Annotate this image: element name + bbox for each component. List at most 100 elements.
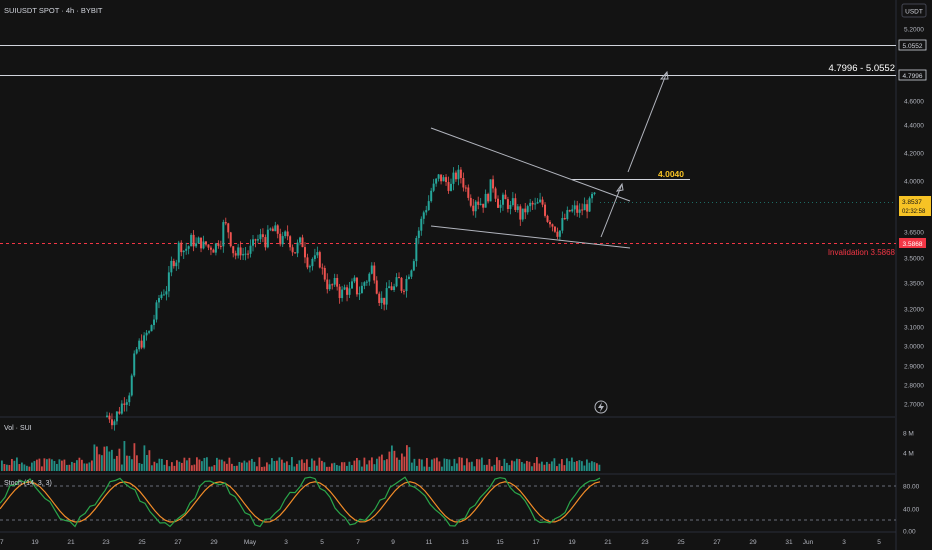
candle-body[interactable] xyxy=(351,281,353,289)
candle-body[interactable] xyxy=(313,255,316,259)
candle-body[interactable] xyxy=(571,209,574,212)
candle-body[interactable] xyxy=(274,225,277,232)
candle-body[interactable] xyxy=(553,226,556,232)
candle-body[interactable] xyxy=(316,252,319,256)
candle-body[interactable] xyxy=(249,245,252,254)
candle-body[interactable] xyxy=(209,247,212,250)
candle-body[interactable] xyxy=(400,277,403,291)
candle-body[interactable] xyxy=(162,294,165,296)
candle-body[interactable] xyxy=(519,206,522,220)
candle-body[interactable] xyxy=(576,205,579,213)
candle-body[interactable] xyxy=(291,247,294,253)
candle-body[interactable] xyxy=(229,232,232,247)
candle-body[interactable] xyxy=(157,298,160,303)
candle-body[interactable] xyxy=(306,257,309,268)
candle-body[interactable] xyxy=(219,245,222,247)
candle-body[interactable] xyxy=(338,286,341,299)
candle-body[interactable] xyxy=(420,218,423,231)
candle-body[interactable] xyxy=(150,325,153,332)
candle-body[interactable] xyxy=(511,198,514,205)
candle-body[interactable] xyxy=(484,193,487,208)
candle-body[interactable] xyxy=(197,237,200,244)
candle-body[interactable] xyxy=(407,276,410,279)
candle-body[interactable] xyxy=(252,239,255,246)
candle-body[interactable] xyxy=(331,284,334,286)
candle-body[interactable] xyxy=(343,287,346,290)
candle-body[interactable] xyxy=(108,415,111,420)
candle-body[interactable] xyxy=(120,403,123,414)
candle-body[interactable] xyxy=(435,178,438,184)
candle-body[interactable] xyxy=(195,243,198,247)
candle-body[interactable] xyxy=(536,202,539,204)
candle-body[interactable] xyxy=(175,262,178,267)
candle-body[interactable] xyxy=(526,206,529,213)
candle-body[interactable] xyxy=(271,228,274,232)
candle-body[interactable] xyxy=(462,177,465,188)
candle-body[interactable] xyxy=(551,224,554,227)
candle-body[interactable] xyxy=(279,233,282,245)
candle-body[interactable] xyxy=(130,375,133,396)
candle-body[interactable] xyxy=(474,201,477,212)
candle-body[interactable] xyxy=(135,349,138,354)
candle-body[interactable] xyxy=(378,293,381,303)
candle-body[interactable] xyxy=(239,247,242,256)
candle-body[interactable] xyxy=(266,229,269,248)
candle-body[interactable] xyxy=(464,187,467,189)
candle-body[interactable] xyxy=(375,280,378,294)
candle-body[interactable] xyxy=(254,239,257,241)
candle-body[interactable] xyxy=(118,411,121,414)
candle-body[interactable] xyxy=(133,353,136,376)
candle-body[interactable] xyxy=(412,261,415,271)
candle-body[interactable] xyxy=(447,182,450,191)
candle-body[interactable] xyxy=(583,204,586,211)
candle-body[interactable] xyxy=(440,174,443,182)
candle-body[interactable] xyxy=(469,197,472,206)
candle-body[interactable] xyxy=(578,209,581,213)
candle-body[interactable] xyxy=(395,277,398,287)
candle-body[interactable] xyxy=(521,208,524,220)
candle-body[interactable] xyxy=(501,194,504,205)
candle-body[interactable] xyxy=(544,204,547,216)
wedge-drawing[interactable] xyxy=(430,70,669,249)
candle-body[interactable] xyxy=(445,177,448,183)
candle-body[interactable] xyxy=(548,221,551,225)
candle-body[interactable] xyxy=(232,246,235,254)
chart-canvas[interactable]: SUIUSDT SPOT · 4h · BYBIT Vol · SUI Stoc… xyxy=(0,0,932,550)
candle-body[interactable] xyxy=(388,286,391,289)
candle-body[interactable] xyxy=(459,169,462,178)
candle-body[interactable] xyxy=(556,231,559,237)
candle-body[interactable] xyxy=(591,193,594,199)
candle-body[interactable] xyxy=(200,237,203,249)
candle-body[interactable] xyxy=(383,297,386,305)
candle-body[interactable] xyxy=(573,205,576,210)
candle-body[interactable] xyxy=(566,210,569,220)
candle-body[interactable] xyxy=(415,237,418,262)
candle-body[interactable] xyxy=(370,265,373,274)
candle-body[interactable] xyxy=(180,242,183,253)
candle-body[interactable] xyxy=(588,198,591,212)
candle-body[interactable] xyxy=(281,236,284,245)
candle-body[interactable] xyxy=(237,247,240,256)
candle-body[interactable] xyxy=(333,277,336,285)
candle-body[interactable] xyxy=(422,212,425,219)
candle-body[interactable] xyxy=(425,210,428,213)
candle-body[interactable] xyxy=(115,411,118,422)
candle-body[interactable] xyxy=(516,206,519,210)
volume-title[interactable]: Vol · SUI xyxy=(4,425,32,432)
candle-body[interactable] xyxy=(214,243,217,253)
candle-body[interactable] xyxy=(531,202,534,205)
candle-body[interactable] xyxy=(380,297,383,303)
candle-body[interactable] xyxy=(477,201,480,205)
candle-body[interactable] xyxy=(261,234,264,238)
candle-body[interactable] xyxy=(165,291,168,295)
candle-body[interactable] xyxy=(143,335,146,348)
candle-body[interactable] xyxy=(323,268,326,280)
candle-body[interactable] xyxy=(427,201,430,211)
candle-body[interactable] xyxy=(153,319,156,326)
candle-body[interactable] xyxy=(187,246,190,249)
candle-series[interactable] xyxy=(106,164,596,431)
candle-body[interactable] xyxy=(145,332,148,336)
candle-body[interactable] xyxy=(430,190,433,202)
candle-body[interactable] xyxy=(222,222,225,247)
candle-body[interactable] xyxy=(437,174,440,179)
